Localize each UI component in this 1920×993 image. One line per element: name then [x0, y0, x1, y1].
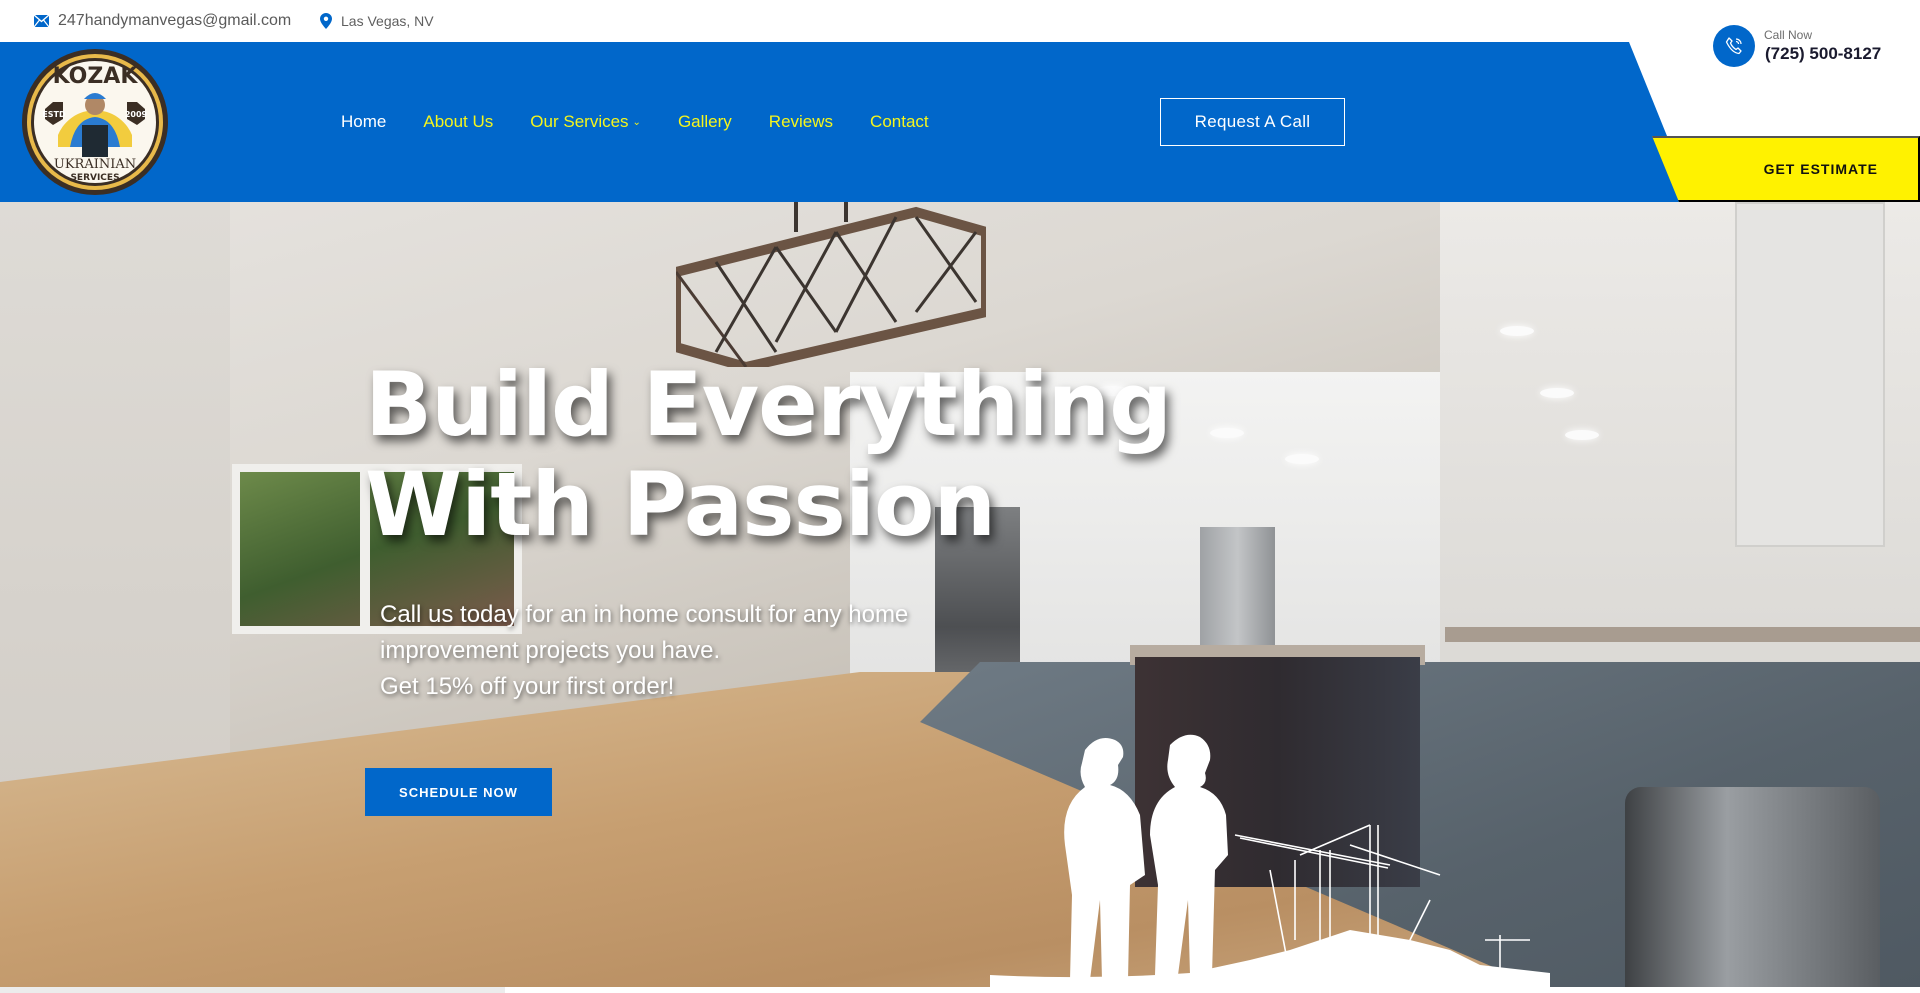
phone-icon[interactable] [1713, 25, 1755, 67]
schedule-now-button[interactable]: SCHEDULE NOW [365, 768, 552, 816]
hero-title: Build Everything With Passion [365, 355, 1265, 555]
svg-text:ESTD: ESTD [42, 110, 66, 119]
hero-subtitle-line-1: Call us today for an in home consult for… [380, 601, 909, 664]
nav-our-services[interactable]: Our Services ⌄ [530, 112, 641, 132]
chevron-down-icon: ⌄ [632, 116, 641, 128]
hero-subtitle: Call us today for an in home consult for… [380, 597, 1000, 705]
nav-gallery[interactable]: Gallery [678, 112, 732, 132]
hero-title-line-1: Build Everything [365, 353, 1172, 456]
svg-text:UKRAINIAN: UKRAINIAN [54, 157, 136, 172]
construction-workers-silhouette-icon [990, 734, 1550, 987]
email-link[interactable]: 247handymanvegas@gmail.com [34, 0, 291, 42]
nav-home-label: Home [341, 112, 387, 131]
nav-contact-label: Contact [870, 112, 929, 131]
nav-about-us-label: About Us [423, 112, 494, 131]
logo-top-text: KOZAK [53, 64, 139, 89]
logo-badge-icon: KOZAK ESTD 2009 UKRAINIAN SERVICES [22, 49, 168, 195]
phone-number-link[interactable]: (725) 500-8127 [1765, 44, 1881, 64]
nav-home[interactable]: Home [341, 112, 386, 132]
email-text: 247handymanvegas@gmail.com [58, 12, 292, 29]
main-nav: Home About Us Our Services ⌄ Gallery Revi… [341, 42, 966, 202]
hero-subtitle-line-2: Get 15% off your first order! [380, 673, 675, 700]
svg-text:SERVICES: SERVICES [70, 173, 119, 183]
map-pin-icon [320, 13, 332, 29]
location-link[interactable]: Las Vegas, NV [320, 0, 434, 42]
envelope-icon [34, 15, 49, 27]
logo[interactable]: KOZAK ESTD 2009 UKRAINIAN SERVICES [20, 47, 170, 197]
request-call-button[interactable]: Request A Call [1160, 98, 1345, 146]
nav-gallery-label: Gallery [677, 112, 732, 131]
nav-reviews-label: Reviews [768, 112, 834, 131]
hero-section [0, 202, 1920, 987]
location-text: Las Vegas, NV [341, 13, 434, 29]
svg-text:2009: 2009 [125, 110, 148, 119]
nav-contact[interactable]: Contact [870, 112, 929, 132]
nav-reviews[interactable]: Reviews [769, 112, 833, 132]
hero-title-line-2: With Passion [365, 453, 996, 556]
nav-about-us[interactable]: About Us [423, 112, 493, 132]
chandelier-image [676, 202, 986, 367]
nav-our-services-label: Our Services [530, 112, 629, 131]
call-now-label: Call Now [1764, 28, 1813, 42]
bottom-divider [0, 987, 1920, 993]
